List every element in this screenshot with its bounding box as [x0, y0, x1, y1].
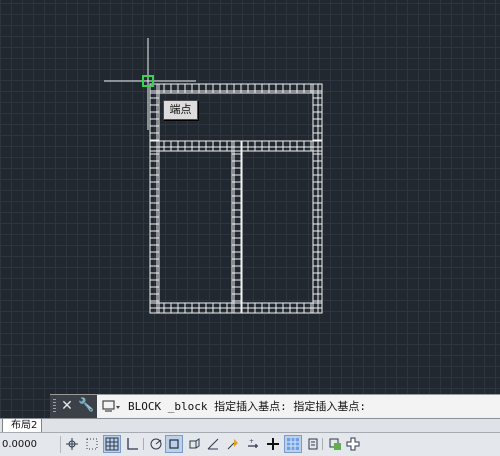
svg-text:+: +	[249, 438, 254, 445]
close-icon[interactable]: ✕	[60, 396, 74, 416]
otrack-icon[interactable]	[205, 436, 221, 452]
command-line[interactable]: ✕ 🔧 BLOCK _block 指定插入基点: 指定插入基点:	[50, 394, 500, 419]
wall-middle-vertical	[231, 140, 243, 314]
wall-top	[149, 83, 323, 94]
ortho-icon[interactable]	[124, 436, 140, 452]
drawing-svg[interactable]	[0, 0, 500, 418]
drawing-canvas[interactable]: 端点	[0, 0, 500, 418]
grip-handle[interactable]	[53, 399, 56, 414]
room-bottom-left	[158, 150, 233, 304]
wall-left	[149, 83, 160, 314]
osnap-tooltip: 端点	[163, 100, 198, 120]
wall-right	[312, 83, 323, 314]
polar-icon[interactable]	[148, 436, 164, 452]
lineweight-icon[interactable]	[265, 436, 281, 452]
layout-tabs: 布局2	[0, 418, 500, 433]
transparency-icon[interactable]	[284, 435, 302, 453]
command-text: BLOCK _block 指定插入基点: 指定插入基点:	[128, 400, 366, 413]
tab-layout2[interactable]: 布局2	[2, 419, 43, 433]
dyn-icon[interactable]: +	[245, 436, 261, 452]
qp-icon[interactable]	[305, 436, 321, 452]
command-line-controls: ✕ 🔧	[50, 395, 97, 418]
status-bar: 0.0000 +	[0, 432, 500, 456]
room-bottom-right	[241, 150, 314, 304]
am-icon[interactable]	[345, 436, 361, 452]
wrench-icon[interactable]: 🔧	[78, 396, 94, 416]
infer-icon[interactable]	[64, 436, 80, 452]
command-prompt-icon[interactable]	[102, 399, 124, 414]
grid-icon[interactable]	[103, 435, 121, 453]
sc-icon[interactable]	[327, 436, 343, 452]
ducs-icon[interactable]	[225, 436, 241, 452]
snap-icon[interactable]	[84, 436, 100, 452]
osnap-icon[interactable]	[165, 435, 183, 453]
3dosnap-icon[interactable]	[186, 436, 202, 452]
coordinate-display[interactable]: 0.0000	[0, 436, 61, 453]
